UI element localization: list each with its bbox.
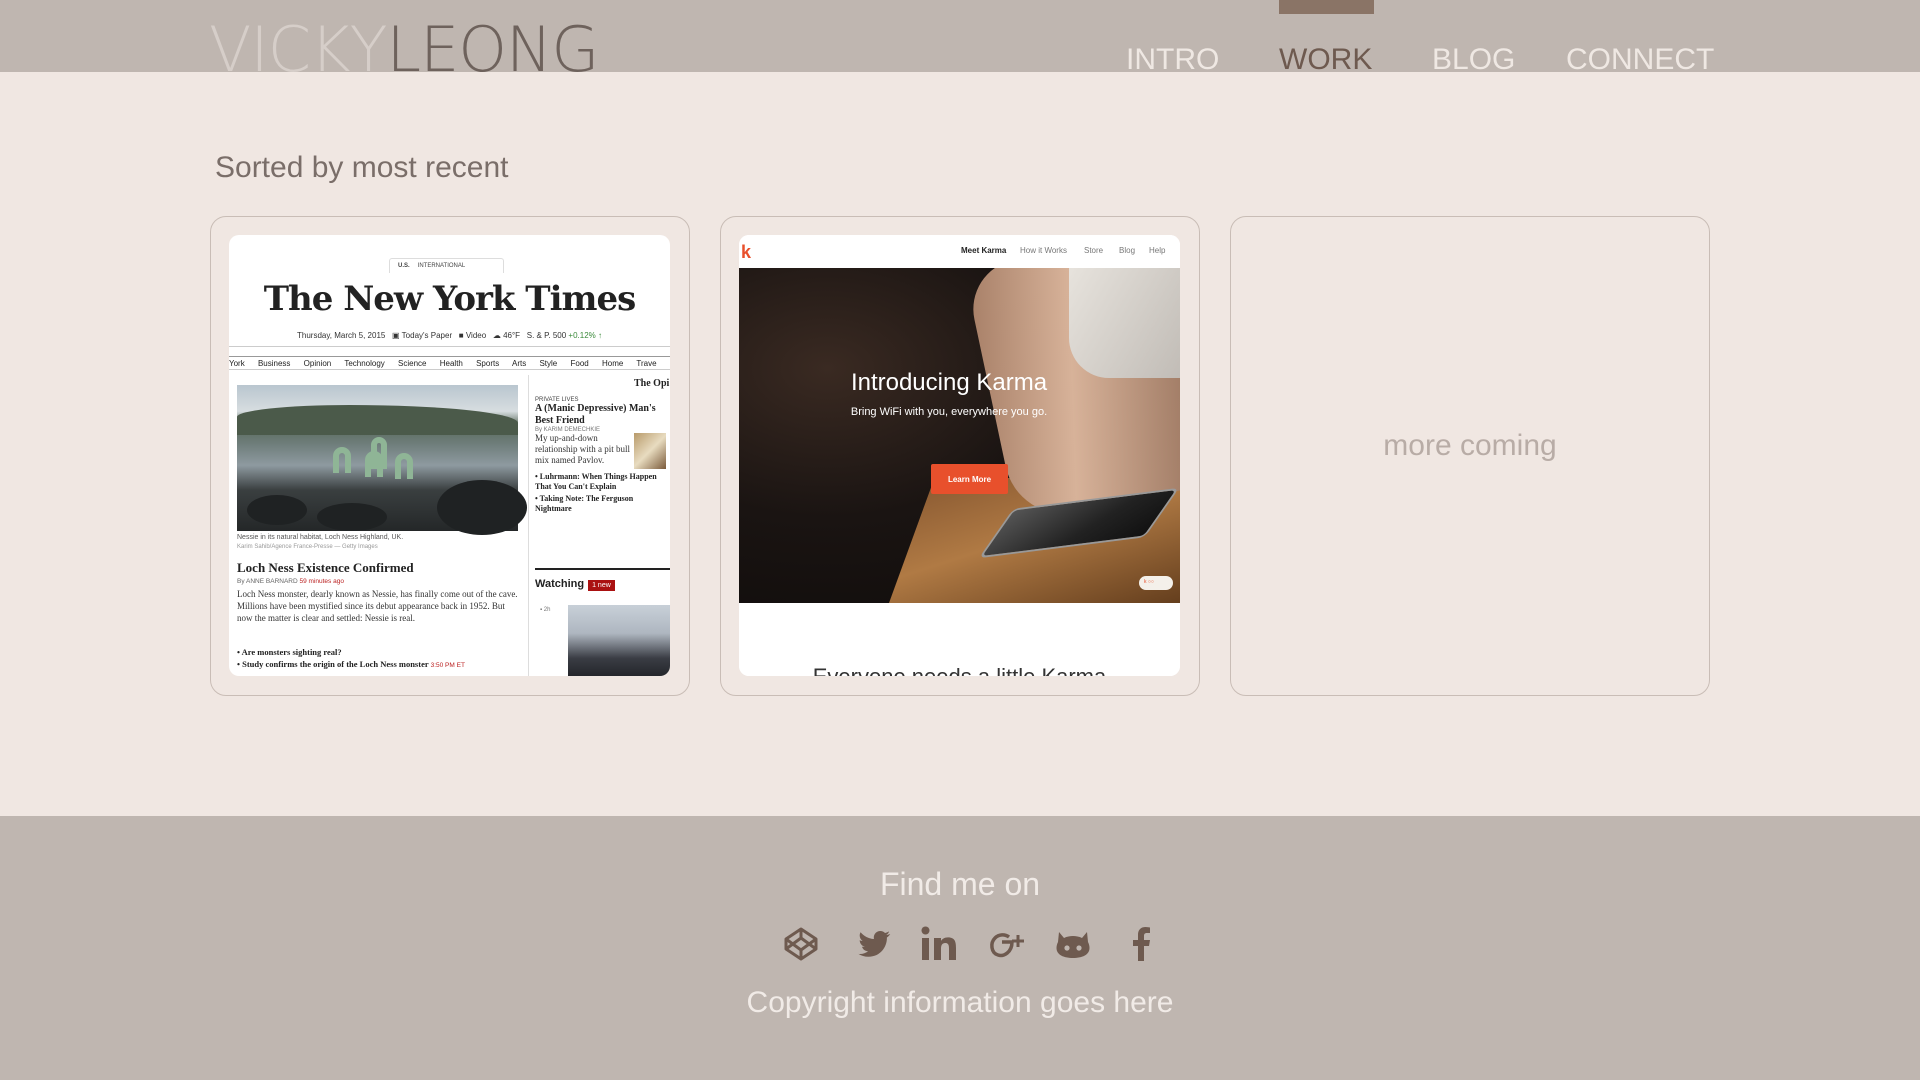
site-header: VICKYLEONG INTRO WORK BLOG CONNECT <box>0 0 1920 86</box>
nyt-section: Opinion <box>303 359 332 368</box>
nyt-headline: Loch Ness Existence Confirmed <box>237 560 414 575</box>
nyt-opinion-label: The Opi <box>634 378 670 389</box>
linkedin-icon[interactable] <box>919 924 959 964</box>
nyt-byline: By ANNE BARNARD 59 minutes ago <box>237 578 344 585</box>
karma-nav-item: Help <box>1149 246 1166 255</box>
nyt-edition-tabs: U.S. INTERNATIONAL <box>389 258 504 273</box>
karma-hero-image: k ○○ Introducing Karma Bring WiFi with y… <box>739 268 1180 603</box>
social-links <box>0 924 1920 964</box>
main-nav: INTRO WORK BLOG CONNECT <box>0 0 1920 76</box>
nyt-section: York <box>229 359 245 368</box>
nyt-weather: 46°F <box>503 331 521 340</box>
codepen-icon[interactable] <box>781 924 821 964</box>
nav-work[interactable]: WORK <box>1279 42 1372 78</box>
nyt-right-bullet: • Luhrmann: When Things Happen That You … <box>535 472 657 491</box>
nessie-neck <box>371 437 387 469</box>
nyt-section: Style <box>539 359 558 368</box>
nyt-article-body: Loch Ness monster, dearly known as Nessi… <box>237 589 518 623</box>
nav-blog[interactable]: BLOG <box>1432 42 1515 78</box>
nyt-watching-label: Watching <box>535 578 585 590</box>
site-footer: Find me on Copyright information goes he… <box>0 816 1920 1080</box>
karma-learn-more-button: Learn More <box>931 464 1008 494</box>
project-card-nyt[interactable]: U.S. INTERNATIONAL The New York Times Th… <box>210 216 690 696</box>
nyt-photo-credit: Karim Sahib/Agence France-Presse — Getty… <box>237 544 378 550</box>
nyt-masthead: The New York Times <box>263 279 637 319</box>
photo-rock <box>247 495 307 525</box>
nyt-section: Food <box>570 359 589 368</box>
nyt-index: S. & P. 500 <box>526 331 567 340</box>
nyt-section: Health <box>439 359 463 368</box>
find-me-heading: Find me on <box>879 866 1041 902</box>
karma-nav-item: Blog <box>1119 246 1136 255</box>
project-thumbnail-nyt[interactable]: U.S. INTERNATIONAL The New York Times Th… <box>229 235 670 676</box>
nyt-bullet-time: 3:50 PM ET <box>430 662 465 669</box>
karma-hero-title: Introducing Karma <box>850 369 1048 396</box>
karma-nav-item: Store <box>1084 246 1104 255</box>
nyt-right-bullet: • Taking Note: The Ferguson Nightmare <box>535 494 634 513</box>
nessie-hump <box>333 447 351 473</box>
nyt-section: Business <box>257 359 291 368</box>
github-icon[interactable] <box>1053 924 1093 964</box>
nav-intro[interactable]: INTRO <box>1126 42 1219 78</box>
copyright-text: Copyright information goes here <box>746 986 1174 1019</box>
karma-device: k ○○ <box>1139 576 1173 590</box>
nyt-date: Thursday, March 5, 2015 <box>297 331 386 340</box>
nyt-bullet: • Are monsters sighting real? <box>237 647 342 657</box>
nyt-byline-time: 59 minutes ago <box>299 578 344 585</box>
nyt-section: Science <box>398 359 427 368</box>
nyt-index-change: +0.12% ↑ <box>568 331 602 340</box>
photo-rock <box>317 503 387 531</box>
nyt-section: Sports <box>476 359 500 368</box>
nyt-right-text: My up-and-down relationship with a pit b… <box>535 433 630 465</box>
nyt-bullet-text: • Study confirms the origin of the Loch … <box>237 659 429 669</box>
nyt-section: Home <box>601 359 624 368</box>
nyt-todays-paper: Today's Paper <box>401 331 453 340</box>
twitter-icon[interactable] <box>854 924 894 964</box>
nyt-dateline: Thursday, March 5, 2015 ▣ Today's Paper … <box>229 331 670 347</box>
more-coming-label: more coming <box>1383 429 1557 462</box>
karma-tagline: Everyone needs a little Karma <box>739 664 1180 676</box>
nyt-watching-badge: 1 new <box>588 580 615 591</box>
photo-rock <box>437 480 527 535</box>
nyt-right-headline: A (Manic Depressive) Man's Best Friend <box>535 403 656 426</box>
nyt-edition-intl: INTERNATIONAL <box>417 263 466 269</box>
nav-connect[interactable]: CONNECT <box>1566 42 1714 78</box>
nyt-video: Video <box>465 331 487 340</box>
karma-topbar: k Meet Karma How it Works Store Blog Hel… <box>739 235 1180 268</box>
nyt-watching-time: ▪ 2h <box>540 607 551 613</box>
nyt-right-thumbnail <box>634 433 666 469</box>
active-nav-indicator <box>1279 0 1374 14</box>
karma-logo: k <box>741 242 752 262</box>
section-title: Sorted by most recent <box>215 151 509 184</box>
karma-nav-item: Meet Karma <box>961 246 1007 255</box>
nyt-watching-time-text: 2h <box>543 607 551 613</box>
project-card-karma[interactable]: k Meet Karma How it Works Store Blog Hel… <box>720 216 1200 696</box>
nyt-edition-us: U.S. <box>398 263 410 269</box>
photo-hills <box>237 405 518 435</box>
nyt-watching-photo <box>568 605 670 676</box>
nyt-section: Trave <box>636 359 657 368</box>
nyt-section: Technology <box>344 359 385 368</box>
nyt-section-nav: York Business Opinion Technology Science… <box>229 356 670 370</box>
nessie-hump <box>395 453 413 479</box>
karma-nav-item: How it Works <box>1020 246 1067 255</box>
nyt-byline-name: By ANNE BARNARD <box>237 578 298 585</box>
nyt-lead-photo <box>237 385 527 535</box>
google-plus-icon[interactable] <box>988 924 1028 964</box>
nyt-bullet: • Study confirms the origin of the Loch … <box>237 659 465 669</box>
facebook-icon[interactable] <box>1121 924 1161 964</box>
karma-hero-subtitle: Bring WiFi with you, everywhere you go. <box>850 406 1048 418</box>
nyt-column-divider <box>528 375 529 676</box>
nyt-section: Arts <box>512 359 527 368</box>
karma-sleeve <box>1069 268 1180 378</box>
nyt-watching-header: Watching 1 new <box>535 568 670 591</box>
project-thumbnail-karma[interactable]: k Meet Karma How it Works Store Blog Hel… <box>739 235 1180 676</box>
nyt-photo-caption: Nessie in its natural habitat, Loch Ness… <box>237 534 404 541</box>
project-card-placeholder: more coming <box>1230 216 1710 696</box>
